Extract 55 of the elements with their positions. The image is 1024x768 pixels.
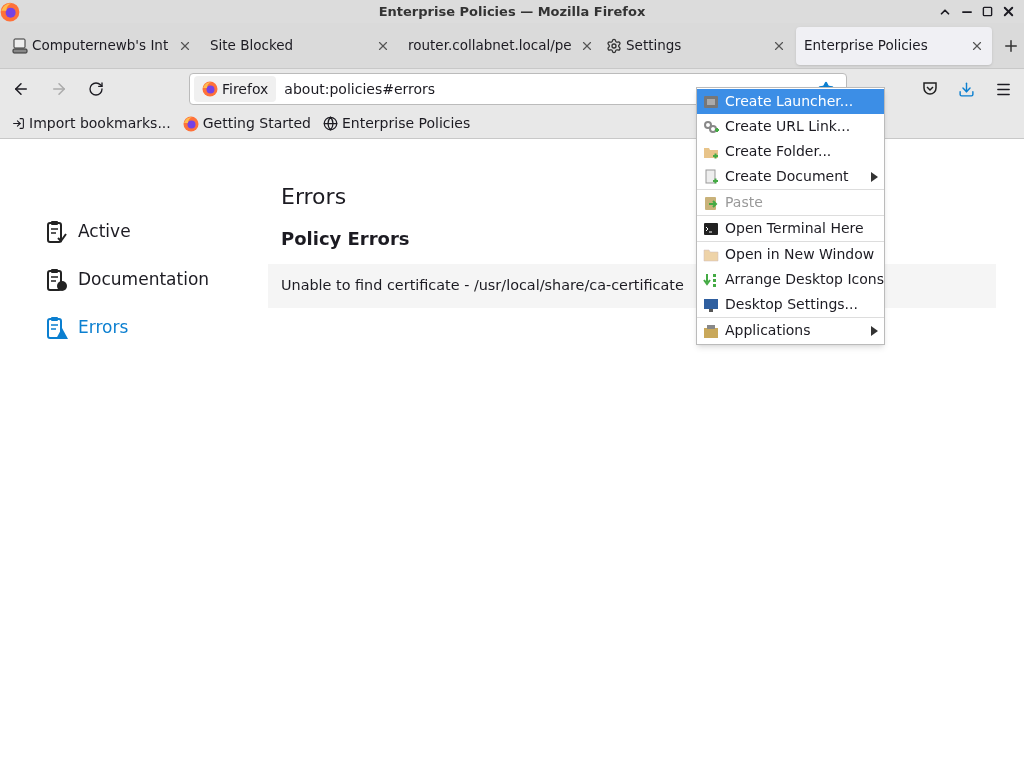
- monitor-icon: [703, 296, 719, 313]
- import-icon: [12, 117, 25, 130]
- firefox-icon: [202, 81, 218, 97]
- applications-icon: [703, 322, 719, 339]
- page-title: Errors: [281, 184, 347, 209]
- computer-icon: [12, 37, 28, 54]
- window-title: Enterprise Policies — Mozilla Firefox: [378, 2, 646, 21]
- tab-title: Site Blocked: [210, 36, 294, 56]
- menu-item[interactable]: Open Terminal Here: [697, 216, 884, 241]
- reload-icon[interactable]: [88, 81, 104, 97]
- browser-tab[interactable]: Settings: [598, 26, 794, 65]
- browser-tab[interactable]: Site Blocked: [202, 26, 398, 65]
- maximize-icon[interactable]: [982, 6, 993, 17]
- browser-tab[interactable]: Enterprise Policies: [796, 26, 992, 65]
- back-icon[interactable]: [12, 80, 30, 98]
- menu-item[interactable]: Create Folder...: [697, 139, 884, 164]
- sidebar-item[interactable]: Errors: [46, 315, 268, 341]
- menu-item[interactable]: Open in New Window: [697, 242, 884, 267]
- menu-item[interactable]: Applications: [697, 318, 884, 343]
- sidebar-item[interactable]: Documentation: [46, 267, 268, 293]
- section-heading: Policy Errors: [281, 228, 410, 249]
- error-message: Unable to find certificate - /usr/local/share/ca-certificate: [281, 276, 684, 296]
- identity-box[interactable]: Firefox: [194, 76, 277, 102]
- bookmark-link[interactable]: Import bookmarks...: [12, 113, 171, 134]
- clipboard-question-icon: [46, 268, 68, 292]
- launcher-icon: [703, 93, 719, 110]
- download-icon[interactable]: [958, 80, 975, 98]
- clipboard-warning-icon: [46, 316, 68, 340]
- clipboard-icon: [703, 194, 719, 211]
- pocket-icon[interactable]: [922, 81, 938, 97]
- document-plus-icon: [703, 168, 719, 185]
- url-text: about:policies#errors: [284, 79, 436, 99]
- close-icon[interactable]: [1001, 4, 1016, 19]
- bookmark-link[interactable]: Enterprise Policies: [323, 113, 471, 134]
- menu-item[interactable]: Desktop Settings...: [697, 292, 884, 317]
- clipboard-check-icon: [46, 220, 68, 244]
- folder-icon: [703, 246, 719, 263]
- menu-item[interactable]: Arrange Desktop Icons: [697, 267, 884, 292]
- sidebar-item[interactable]: Active: [46, 219, 268, 245]
- menu-item[interactable]: Create URL Link...: [697, 114, 884, 139]
- link-icon: [703, 118, 719, 135]
- tab-title: Settings: [626, 36, 682, 56]
- bookmark-link[interactable]: Getting Started: [182, 113, 311, 134]
- tab-title: router.collabnet.local/pe: [408, 36, 572, 56]
- terminal-icon: [703, 220, 719, 237]
- tab-title: Enterprise Policies: [804, 36, 928, 56]
- globe-icon: [323, 116, 338, 131]
- arrange-icon: [703, 271, 719, 288]
- menu-item[interactable]: Create Document: [697, 164, 884, 189]
- tab-title: Computernewb's Int: [32, 36, 169, 56]
- browser-tab[interactable]: router.collabnet.local/pe: [400, 26, 596, 65]
- browser-tab[interactable]: Computernewb's Int: [4, 26, 200, 65]
- firefox-logo-icon: [0, 1, 20, 22]
- firefox-icon: [182, 115, 199, 132]
- settings-icon: [606, 37, 622, 54]
